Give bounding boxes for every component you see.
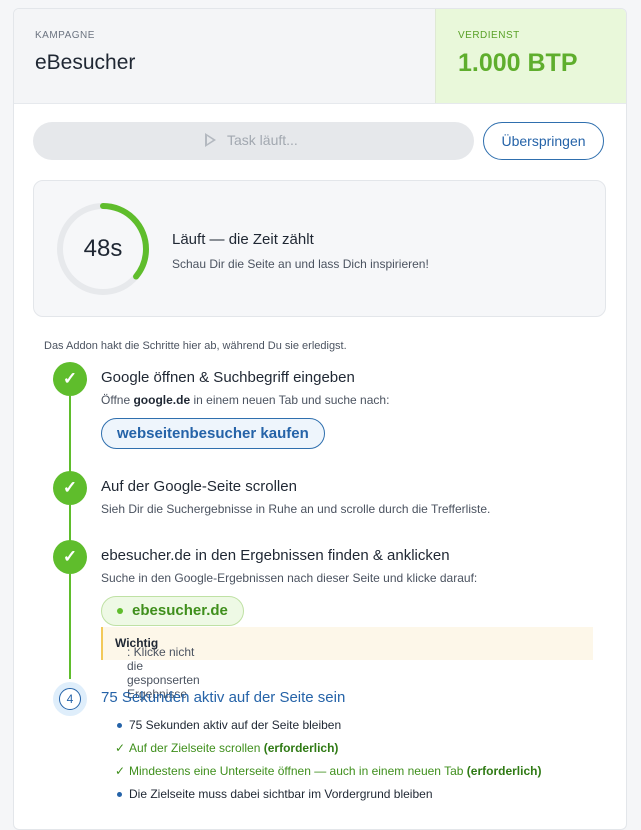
step-2-title: Auf der Google-Seite scrollen [101,478,297,495]
step-2-description: Sieh Dir die Suchergebnisse in Ruhe an u… [101,502,491,516]
timer-panel: 48s Läuft — die Zeit zählt Schau Dir die… [33,180,606,317]
campaign-caption: KAMPAGNE [35,30,95,41]
checkmark-icon: ✓ [115,764,126,778]
earnings-caption: VERDIENST [458,30,520,41]
check-icon: ✓ [62,547,78,566]
warning-callout: Wichtig: Klicke nicht die gesponserten E… [101,627,593,701]
step-connector [69,574,71,679]
check-icon: ✓ [62,369,78,388]
requirement-tag: (erforderlich) [263,741,339,755]
task-card: KAMPAGNE eBesucher VERDIENST 1.000 BTP T… [13,8,627,830]
requirement-text: Auf der Zielseite scrollen (erforderlich… [129,737,338,760]
skip-button[interactable]: Überspringen [483,122,604,160]
step-1-description: Öffne google.de in einem neuen Tab und s… [101,393,389,407]
search-term-chip[interactable]: webseitenbesucher kaufen [101,418,325,449]
task-running-button[interactable]: Task läuft... [33,122,474,160]
warning-text: Wichtig: Klicke nicht die gesponserten E… [115,636,200,701]
step-1-title: Google öffnen & Suchbegriff eingeben [101,369,355,386]
earnings-value: 1.000 BTP [458,49,578,77]
step-1-desc-prefix: Öffne [101,393,134,407]
task-running-label: Task läuft... [227,132,298,148]
check-icon: ✓ [62,478,78,497]
campaign-name: eBesucher [35,51,136,74]
step-3-title: ebesucher.de in den Ergebnissen finden &… [101,547,450,564]
google-domain: google.de [133,393,191,407]
requirement-text: Mindestens eine Unterseite öffnen — auch… [129,760,541,783]
step-1-desc-suffix: in einem neuen Tab und suche nach: [190,393,390,407]
step-4-indicator: 4 [53,682,87,716]
step-connector [69,396,71,473]
step-4-title: 75 Sekunden aktiv auf der Seite sein [101,689,346,706]
campaign-header: KAMPAGNE eBesucher VERDIENST 1.000 BTP [14,9,626,104]
requirement-tag: (erforderlich) [466,764,542,778]
earnings-panel: VERDIENST 1.000 BTP [435,9,626,103]
requirement-label: Mindestens eine Unterseite öffnen — auch… [129,764,464,778]
step-connector [69,505,71,542]
step-1-check: ✓ [53,362,87,396]
step-3-description: Suche in den Google-Ergebnissen nach die… [101,571,478,585]
target-site-chip[interactable]: ebesucher.de [101,596,244,626]
requirement-text: 75 Sekunden aktiv auf der Seite bleiben [129,714,341,737]
play-icon [205,133,216,147]
requirement-label: Auf der Zielseite scrollen [129,741,261,755]
checkmark-icon: ✓ [115,741,126,755]
addon-note: Das Addon hakt die Schritte hier ab, wäh… [44,340,347,352]
timer-seconds: 48s [83,235,123,262]
campaign-panel: KAMPAGNE eBesucher [14,9,435,103]
target-site-label: ebesucher.de [132,602,228,619]
timer-title: Läuft — die Zeit zählt [172,231,314,248]
step-3-check: ✓ [53,540,87,574]
requirement-label: 75 Sekunden aktiv auf der Seite bleiben [129,718,342,732]
requirement-label: Die Zielseite muss dabei sichtbar im Vor… [129,787,433,801]
requirement-text: Die Zielseite muss dabei sichtbar im Vor… [129,783,433,806]
timer-subtitle: Schau Dir die Seite an und lass Dich ins… [172,257,429,271]
step-4-number: 4 [66,692,74,706]
step-2-check: ✓ [53,471,87,505]
dot-icon [117,608,123,614]
